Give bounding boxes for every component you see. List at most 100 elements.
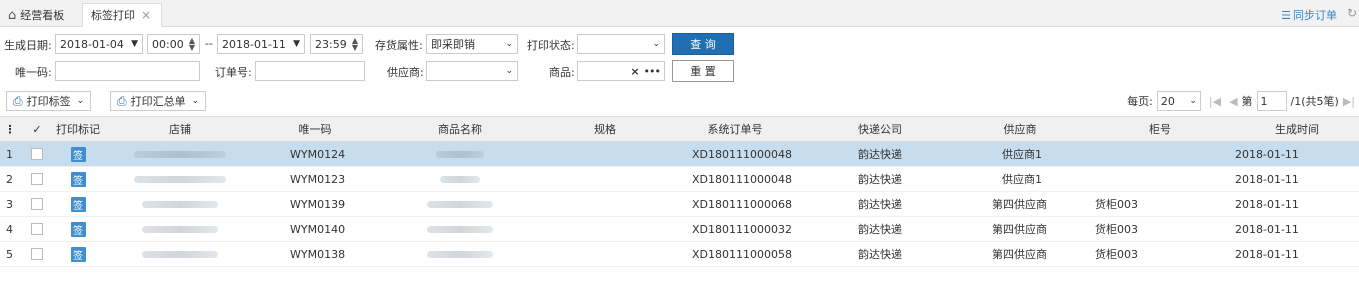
dropdown-caret-icon: ▼ <box>131 39 138 49</box>
system-order-cell: XD180111000068 <box>692 197 792 211</box>
row-checkbox[interactable] <box>28 242 46 266</box>
cabinet-cell: 货柜003 <box>1095 248 1138 261</box>
system-order-cell: XD180111000048 <box>692 147 792 161</box>
row-checkbox[interactable] <box>28 167 46 191</box>
gen-time-cell: 2018-01-11 <box>1235 147 1299 161</box>
table-row[interactable]: 3 签 WYM0139 XD180111000068 韵达快递 第四供应商 货柜… <box>0 192 1359 217</box>
time-to-stepper[interactable]: 23:59 ▲ ▼ <box>310 34 363 54</box>
order-no-input[interactable] <box>255 61 365 81</box>
product-name-cell-redacted <box>420 242 500 266</box>
date-from-select[interactable]: 2018-01-04 ▼ <box>55 34 143 54</box>
print-label-button[interactable]: ⎙ 打印标签 ⌄ <box>6 91 92 111</box>
unique-code-cell: WYM0140 <box>290 222 346 236</box>
gen-date-label: 生成日期: <box>4 39 52 52</box>
print-mark-badge: 签 <box>50 192 106 216</box>
supplier-cell: 供应商1 <box>1002 173 1042 186</box>
store-cell-redacted <box>130 142 230 166</box>
col-gen-time[interactable]: 生成时间 <box>1235 117 1359 141</box>
unique-code-cell: WYM0124 <box>290 147 346 161</box>
sync-orders-link[interactable]: ☰ 同步订单 <box>1281 7 1337 23</box>
refresh-icon[interactable]: ↻ <box>1347 6 1357 20</box>
print-status-label: 打印状态: <box>527 39 575 52</box>
close-icon[interactable]: × <box>141 8 151 22</box>
stock-attr-select[interactable]: 即采即销 ⌄ <box>426 34 518 54</box>
row-checkbox[interactable] <box>28 142 46 166</box>
print-summary-button-label: 打印汇总单 <box>130 95 186 108</box>
query-button[interactable]: 查 询 <box>672 33 734 55</box>
product-name-cell-redacted <box>420 217 500 241</box>
product-name-cell-redacted <box>420 142 500 166</box>
per-page-label: 每页: <box>1127 95 1153 108</box>
column-menu-icon[interactable]: ⋮ <box>0 117 20 141</box>
printer-icon: ⎙ <box>13 93 23 108</box>
first-page-icon[interactable]: |◀ <box>1209 95 1221 108</box>
table-row[interactable]: 1 签 WYM0124 XD180111000048 韵达快递 供应商1 201… <box>0 142 1359 167</box>
toolbar: ⎙ 打印标签 ⌄ ⎙ 打印汇总单 ⌄ 每页: 20 ⌄ |◀ ◀ 第 1 /1(共… <box>0 87 1359 113</box>
page-number-input[interactable]: 1 <box>1256 91 1287 111</box>
clear-icon[interactable]: × <box>630 65 639 78</box>
page-total: /1(共5笔) <box>1290 95 1339 108</box>
filter-row-1: 生成日期: 2018-01-04 ▼ 00:00 ▲ ▼ -- 2018-01-11 ▼… <box>0 31 1359 57</box>
cabinet-cell <box>1095 167 1175 191</box>
supplier-cell: 供应商1 <box>1002 148 1042 161</box>
tab-dashboard-label: 经营看板 <box>20 9 65 22</box>
product-input[interactable]: × ••• <box>577 61 665 81</box>
print-status-select[interactable]: ⌄ <box>577 34 665 54</box>
tab-label-print-label: 标签打印 <box>91 9 135 22</box>
system-order-cell: XD180111000058 <box>692 247 792 261</box>
print-summary-button[interactable]: ⎙ 打印汇总单 ⌄ <box>110 91 207 111</box>
system-order-cell: XD180111000032 <box>692 222 792 236</box>
col-print-mark[interactable]: 打印标记 <box>50 117 106 141</box>
unique-code-cell: WYM0138 <box>290 247 346 261</box>
more-icon[interactable]: ••• <box>644 65 661 78</box>
col-system-order[interactable]: 系统订单号 <box>670 117 800 141</box>
per-page-select[interactable]: 20 ⌄ <box>1156 91 1201 111</box>
col-store[interactable]: 店铺 <box>110 117 250 141</box>
grid-header: ⋮ ✓ 打印标记 店铺 唯一码 商品名称 规格 系统订单号 快递公司 供应商 柜… <box>0 116 1359 142</box>
supplier-label: 供应商: <box>387 66 424 79</box>
print-mark-badge: 签 <box>50 217 106 241</box>
store-cell-redacted <box>130 167 230 191</box>
dropdown-caret-icon: ⌄ <box>505 39 513 49</box>
courier-cell: 韵达快递 <box>858 248 902 261</box>
row-index: 4 <box>6 222 13 236</box>
col-product-name[interactable]: 商品名称 <box>395 117 525 141</box>
col-courier[interactable]: 快递公司 <box>815 117 945 141</box>
col-unique-code[interactable]: 唯一码 <box>250 117 380 141</box>
supplier-cell: 第四供应商 <box>992 198 1047 211</box>
store-cell-redacted <box>130 192 230 216</box>
table-row[interactable]: 2 签 WYM0123 XD180111000048 韵达快递 供应商1 201… <box>0 167 1359 192</box>
sync-icon: ☰ <box>1281 9 1291 22</box>
supplier-select[interactable]: ⌄ <box>426 61 518 81</box>
col-spec[interactable]: 规格 <box>540 117 670 141</box>
stock-attr-label: 存货属性: <box>375 39 423 52</box>
tab-dashboard[interactable]: ⌂ 经营看板 <box>4 3 68 27</box>
row-checkbox[interactable] <box>28 192 46 216</box>
prev-page-icon[interactable]: ◀ <box>1229 95 1237 108</box>
row-index: 2 <box>6 172 13 186</box>
select-all-checkbox[interactable]: ✓ <box>28 117 46 141</box>
unique-code-cell: WYM0139 <box>290 197 346 211</box>
table-row[interactable]: 5 签 WYM0138 XD180111000058 韵达快递 第四供应商 货柜… <box>0 242 1359 267</box>
date-from-value: 2018-01-04 <box>60 37 124 51</box>
col-supplier[interactable]: 供应商 <box>955 117 1085 141</box>
tab-bar: ⌂ 经营看板 标签打印 × ☰ 同步订单 ↻ <box>0 0 1359 27</box>
col-cabinet[interactable]: 柜号 <box>1095 117 1225 141</box>
last-page-icon[interactable]: ▶| <box>1343 95 1355 108</box>
print-mark-badge: 签 <box>50 242 106 266</box>
row-checkbox[interactable] <box>28 217 46 241</box>
time-from-stepper[interactable]: 00:00 ▲ ▼ <box>147 34 200 54</box>
date-to-select[interactable]: 2018-01-11 ▼ <box>217 34 305 54</box>
tab-label-print[interactable]: 标签打印 × <box>82 3 162 27</box>
page-prefix: 第 <box>1241 95 1253 108</box>
cabinet-cell: 货柜003 <box>1095 198 1138 211</box>
order-no-label: 订单号: <box>215 66 252 79</box>
cabinet-cell <box>1095 142 1175 166</box>
reset-button[interactable]: 重 置 <box>672 60 734 82</box>
dropdown-caret-icon: ⌄ <box>505 66 513 76</box>
spinner-icon[interactable]: ▲ ▼ <box>352 37 358 52</box>
unique-code-input[interactable] <box>55 61 200 81</box>
gen-time-cell: 2018-01-11 <box>1235 197 1299 211</box>
spinner-icon[interactable]: ▲ ▼ <box>189 37 195 52</box>
table-row[interactable]: 4 签 WYM0140 XD180111000032 韵达快递 第四供应商 货柜… <box>0 217 1359 242</box>
